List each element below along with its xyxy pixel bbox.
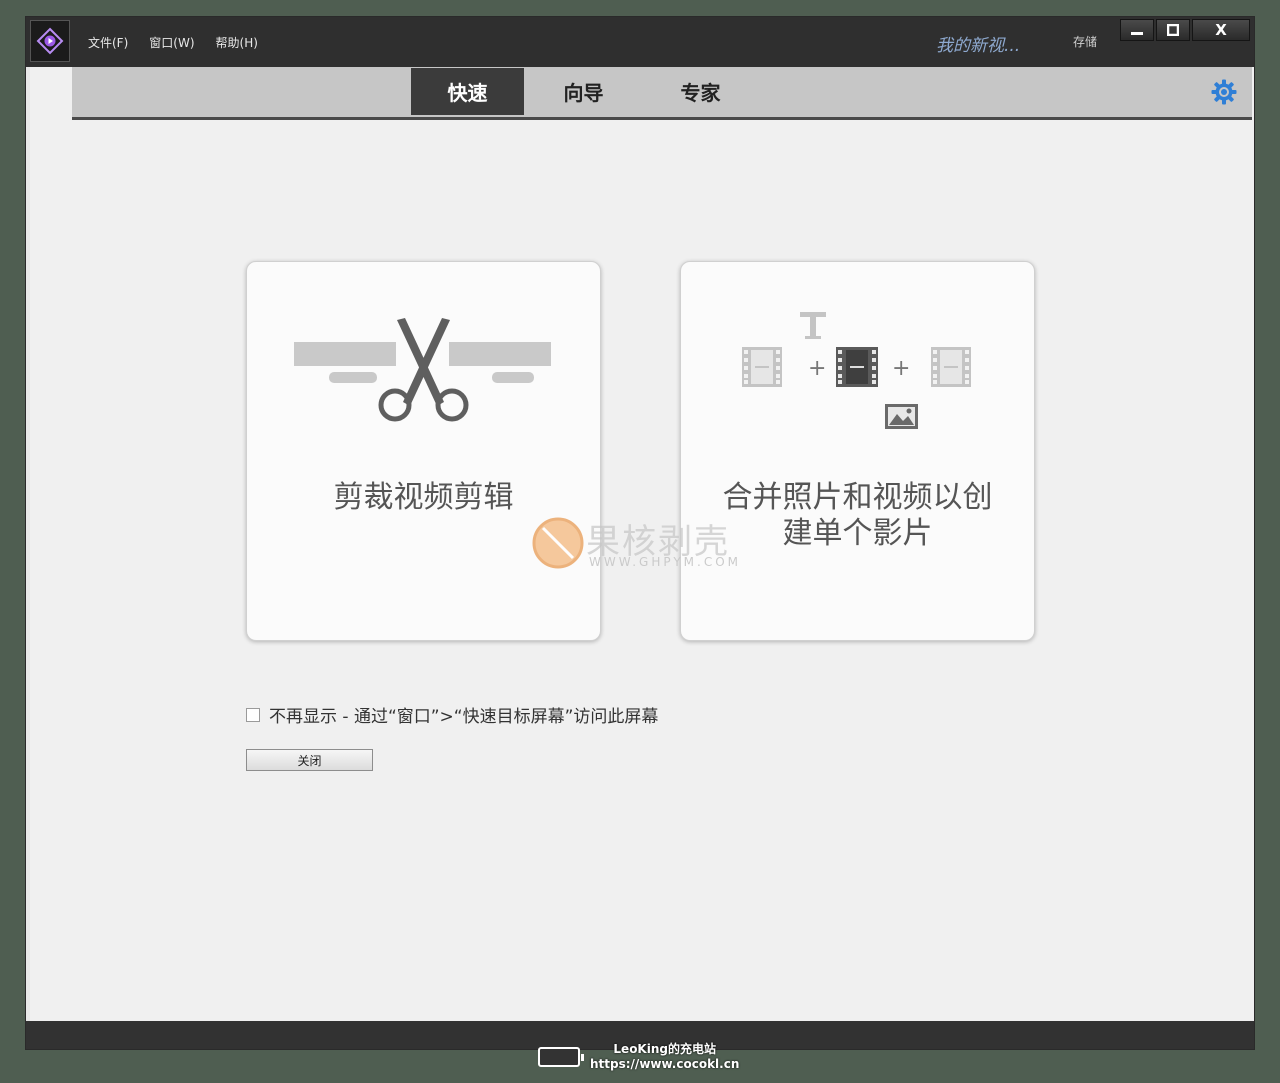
- window-controls: X: [1118, 19, 1250, 41]
- settings-gear-icon[interactable]: [1211, 79, 1237, 105]
- merge-media-label-line2: 建单个影片: [782, 516, 933, 551]
- minimize-button[interactable]: [1120, 19, 1154, 41]
- credit-line2: https://www.cocokl.cn: [590, 1057, 740, 1071]
- watermark-logo-icon: [532, 517, 584, 569]
- merge-media-icon: + +: [742, 312, 971, 429]
- credit-overlay: LeoKing的充电站 https://www.cocokl.cn: [538, 1042, 739, 1072]
- svg-text:+: +: [892, 356, 910, 381]
- close-button[interactable]: 关闭: [246, 749, 373, 771]
- menu-help[interactable]: 帮助(H): [216, 34, 258, 51]
- app-logo-icon: [30, 20, 70, 62]
- close-window-button[interactable]: X: [1192, 19, 1250, 41]
- menu-bar: 文件(F) 窗口(W) 帮助(H): [88, 17, 279, 67]
- merge-media-card[interactable]: + + 合并照片和视频以创 建单个影片: [680, 261, 1035, 641]
- film-clip-left-icon: [742, 347, 782, 387]
- trim-video-label: 剪裁视频剪辑: [333, 480, 514, 515]
- battery-icon: [538, 1047, 584, 1067]
- save-button[interactable]: 存储: [1073, 33, 1097, 50]
- film-clip-center-icon: [836, 347, 878, 387]
- title-bar: 文件(F) 窗口(W) 帮助(H) 我的新视... 存储 X: [26, 17, 1254, 67]
- tab-expert[interactable]: 专家: [644, 68, 757, 115]
- svg-text:+: +: [808, 356, 826, 381]
- scissors-trim-icon: [294, 318, 551, 422]
- watermark-url: WWW.GHPYM.COM: [589, 555, 742, 569]
- text-title-icon: [800, 312, 826, 339]
- app-window: 文件(F) 窗口(W) 帮助(H) 我的新视... 存储 X 快速 向导 专家: [25, 16, 1255, 1050]
- film-clip-right-icon: [931, 347, 971, 387]
- project-title[interactable]: 我的新视...: [936, 31, 1020, 56]
- left-strip: [26, 67, 30, 1037]
- tab-quick[interactable]: 快速: [411, 68, 524, 115]
- dont-show-again-label[interactable]: 不再显示 - 通过“窗口”>“快速目标屏幕”访问此屏幕: [269, 702, 658, 727]
- minimize-icon: [1131, 32, 1143, 35]
- merge-media-label-line1: 合并照片和视频以创: [722, 480, 993, 515]
- tab-guided[interactable]: 向导: [527, 68, 640, 115]
- mode-tab-bar: 快速 向导 专家: [72, 67, 1252, 120]
- menu-file[interactable]: 文件(F): [88, 34, 128, 51]
- close-icon: X: [1215, 21, 1227, 39]
- maximize-icon: [1167, 24, 1179, 36]
- dont-show-again-row: 不再显示 - 通过“窗口”>“快速目标屏幕”访问此屏幕: [246, 702, 658, 727]
- photo-image-icon: [885, 404, 918, 429]
- trim-video-card[interactable]: 剪裁视频剪辑: [246, 261, 601, 641]
- maximize-button[interactable]: [1156, 19, 1190, 41]
- menu-window[interactable]: 窗口(W): [149, 34, 194, 51]
- dont-show-again-checkbox[interactable]: [246, 707, 260, 722]
- credit-line1: LeoKing的充电站: [613, 1042, 716, 1056]
